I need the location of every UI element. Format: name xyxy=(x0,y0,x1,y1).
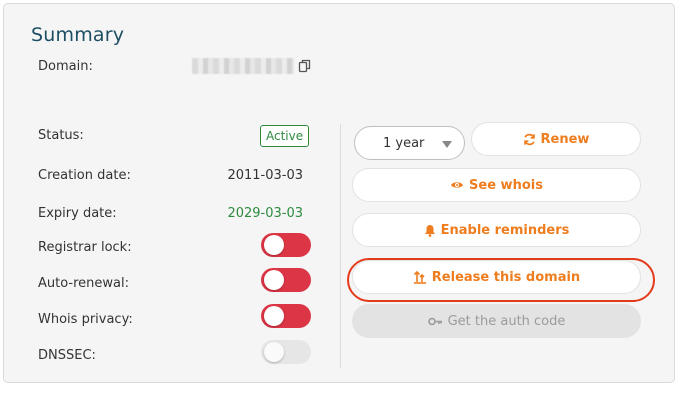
key-icon xyxy=(427,317,442,325)
summary-title: Summary xyxy=(31,24,125,46)
domain-value-redacted xyxy=(192,58,294,74)
summary-card: Summary Domain: Status: Active Creation … xyxy=(3,3,675,383)
refresh-icon xyxy=(523,133,535,145)
auto-renewal-label: Auto-renewal: xyxy=(38,276,129,291)
get-auth-code-label: Get the auth code xyxy=(447,313,566,329)
copy-icon[interactable] xyxy=(298,59,312,73)
release-domain-button[interactable]: Release this domain xyxy=(352,260,641,294)
column-divider xyxy=(340,124,341,368)
creation-date-value: 2011-03-03 xyxy=(227,168,303,183)
see-whois-label: See whois xyxy=(469,177,543,193)
see-whois-button[interactable]: See whois xyxy=(352,168,641,202)
toggle-knob xyxy=(264,270,284,290)
bell-icon xyxy=(424,224,435,237)
dnssec-toggle[interactable] xyxy=(261,340,311,364)
toggle-knob xyxy=(264,342,284,362)
whois-privacy-toggle[interactable] xyxy=(261,304,311,328)
release-icon xyxy=(413,270,426,284)
domain-label: Domain: xyxy=(38,59,93,74)
chevron-down-icon xyxy=(442,141,452,148)
dnssec-label: DNSSEC: xyxy=(38,348,96,363)
toggle-knob xyxy=(264,306,284,326)
renew-button[interactable]: Renew xyxy=(471,122,641,156)
enable-reminders-label: Enable reminders xyxy=(440,222,570,238)
release-domain-label: Release this domain xyxy=(431,269,581,285)
expiry-date-label: Expiry date: xyxy=(38,206,117,221)
auto-renewal-toggle[interactable] xyxy=(261,268,311,292)
status-label: Status: xyxy=(38,128,84,143)
whois-privacy-label: Whois privacy: xyxy=(38,312,133,327)
creation-date-label: Creation date: xyxy=(38,168,131,183)
toggle-knob xyxy=(264,235,284,255)
eye-icon xyxy=(451,182,464,188)
renewal-period-value: 1 year xyxy=(383,136,425,151)
status-badge: Active xyxy=(260,125,310,147)
renewal-period-select[interactable]: 1 year xyxy=(354,126,465,160)
renew-label: Renew xyxy=(540,131,590,147)
registrar-lock-label: Registrar lock: xyxy=(38,240,132,255)
expiry-date-value: 2029-03-03 xyxy=(227,206,303,221)
registrar-lock-toggle[interactable] xyxy=(261,233,311,257)
get-auth-code-button[interactable]: Get the auth code xyxy=(352,304,641,338)
enable-reminders-button[interactable]: Enable reminders xyxy=(352,213,641,247)
